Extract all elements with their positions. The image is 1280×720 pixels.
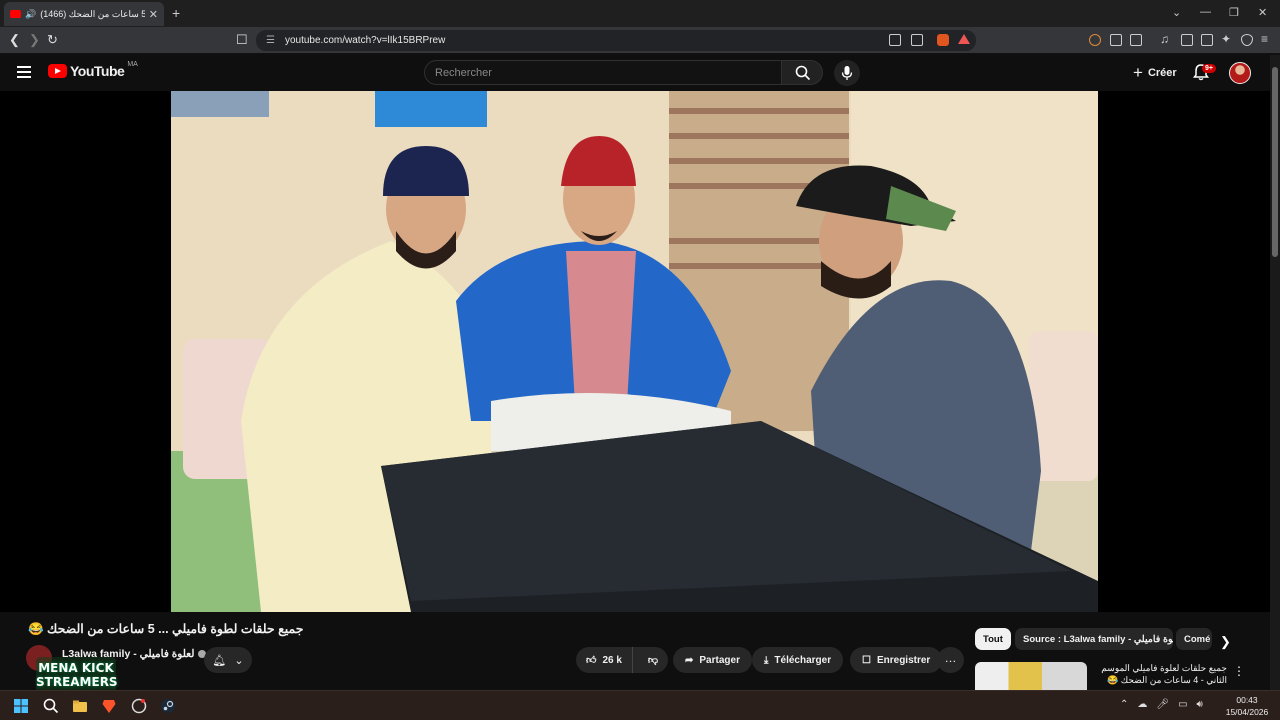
new-tab-button[interactable]: + <box>172 5 180 21</box>
thumbs-up-icon: 👍︎ <box>586 655 597 666</box>
share-arrow-icon: ➦ <box>685 654 694 666</box>
save-button[interactable]: ☐ Enregistrer <box>850 647 943 673</box>
app-icon[interactable] <box>131 698 147 714</box>
overlay-line-1: MENA KICK <box>38 661 114 675</box>
cast-icon[interactable] <box>889 34 901 46</box>
taskbar-search-icon[interactable] <box>43 698 59 714</box>
overlay-line-2: STREAMERS <box>36 675 118 689</box>
windows-start-icon[interactable] <box>13 698 29 714</box>
address-bar[interactable]: ☰ youtube.com/watch?v=lIk15BRPrew <box>256 30 976 51</box>
steam-icon[interactable] <box>160 698 176 714</box>
reader-icon[interactable] <box>1130 34 1142 46</box>
notification-badge: 9+ <box>1202 64 1216 73</box>
chevron-right-icon[interactable]: ❯ <box>1220 634 1231 650</box>
search-input[interactable]: Rechercher <box>424 60 782 85</box>
country-code: MA <box>127 60 138 68</box>
chevron-down-icon: ⌄ <box>234 654 244 667</box>
taskbar-clock[interactable]: 00:43 15/04/2026 <box>1222 694 1272 718</box>
reload-icon[interactable]: ↻ <box>47 32 58 48</box>
music-icon[interactable]: ♫ <box>1160 32 1172 46</box>
tray-volume-icon[interactable]: 🔊︎ <box>1197 699 1203 710</box>
menu-icon[interactable]: ≡ <box>1261 32 1273 46</box>
create-button[interactable]: + Créer <box>1123 60 1187 86</box>
scrollbar-thumb[interactable] <box>1272 67 1278 257</box>
bell-icon: 🔔︎ <box>212 654 227 667</box>
browser-tab-strip: 🔊 (1466) جميع حلقات لطوة فاميلي ... 5 سا… <box>0 0 1280 27</box>
tray-mic-icon[interactable]: 🎤︎ <box>1156 699 1169 710</box>
microphone-icon <box>841 66 853 80</box>
clock-time: 00:43 <box>1236 695 1258 705</box>
close-tab-icon[interactable]: ✕ <box>149 8 158 21</box>
subscription-bell-button[interactable]: 🔔︎ ⌄ <box>204 647 252 673</box>
dislike-button[interactable]: 👎︎ <box>639 654 667 666</box>
brave-shields-icon[interactable] <box>937 34 949 46</box>
tray-network-icon[interactable]: ▭ <box>1178 699 1187 710</box>
youtube-header: YouTube MA Rechercher + Créer <box>0 55 1270 91</box>
puzzle-icon[interactable] <box>1110 34 1122 46</box>
like-dislike-group: 👍︎ 26 k 👎︎ <box>576 647 668 673</box>
save-label: Enregistrer <box>876 654 931 666</box>
youtube-favicon-icon <box>10 10 21 18</box>
file-explorer-icon[interactable] <box>72 698 88 714</box>
youtube-play-icon <box>48 64 67 78</box>
minimize-button[interactable]: — <box>1200 6 1211 18</box>
hamburger-menu-icon[interactable] <box>17 66 31 78</box>
tray-overflow-icon[interactable]: ⌃ <box>1120 699 1128 710</box>
back-icon[interactable]: ❮ <box>9 32 20 48</box>
thumbs-down-icon: 👎︎ <box>647 655 659 666</box>
brave-browser-icon[interactable] <box>101 698 117 714</box>
vpn-icon[interactable] <box>1241 34 1253 46</box>
speaker-icon[interactable]: 🔊 <box>25 9 36 20</box>
maximize-button[interactable]: ❐ <box>1229 6 1239 19</box>
download-button[interactable]: ⤓ Télécharger <box>752 647 844 673</box>
system-tray: ⌃ ☁ 🎤︎ ▭ 🔊︎ <box>1120 699 1203 710</box>
like-count: 26 k <box>602 654 622 666</box>
extension-icon[interactable] <box>1089 34 1101 46</box>
video-scene-image <box>171 91 1098 612</box>
download-icon: ⤓ <box>764 654 769 666</box>
youtube-wordmark: YouTube <box>70 63 125 79</box>
create-label: Créer <box>1147 67 1177 79</box>
recommendation-thumbnail[interactable] <box>975 662 1087 690</box>
chip-source[interactable]: Source : L3alwa family - لعلوة فاميلي <box>1015 628 1173 650</box>
account-avatar[interactable] <box>1229 62 1251 84</box>
chip-comedy[interactable]: Comé <box>1176 628 1212 650</box>
browser-toolbar: ❮ ❯ ↻ ☐ ☰ youtube.com/watch?v=lIk15BRPre… <box>0 27 1280 54</box>
sidebar-icon[interactable] <box>1181 34 1193 46</box>
more-horizontal-icon: … <box>944 651 957 665</box>
clock-date: 15/04/2026 <box>1225 707 1269 717</box>
windows-taskbar: ⌃ ☁ 🎤︎ ▭ 🔊︎ 00:43 15/04/2026 <box>0 690 1280 720</box>
more-actions-button[interactable]: … <box>937 647 964 673</box>
tab-title: (1466) جميع حلقات لطوة فاميلي ... 5 ساعا… <box>40 8 145 19</box>
plus-icon: + <box>1133 63 1143 82</box>
video-title: جميع حلقات لطوة فاميلي ... 5 ساعات من ال… <box>28 622 304 636</box>
video-player[interactable] <box>0 91 1270 612</box>
recommendation-title[interactable]: جميع حلقات لعلوة فاميلي الموسم الثاني - … <box>1092 662 1227 686</box>
bookmark-icon[interactable]: ☐ <box>236 32 248 48</box>
voice-search-button[interactable] <box>834 60 860 86</box>
more-vertical-icon[interactable]: ⋮ <box>1233 664 1245 678</box>
tray-cloud-icon[interactable]: ☁ <box>1137 699 1147 710</box>
search-button[interactable] <box>781 60 823 85</box>
forward-icon[interactable]: ❯ <box>29 32 40 48</box>
download-label: Télécharger <box>774 654 832 666</box>
share-icon[interactable] <box>911 34 923 46</box>
page-scrollbar[interactable] <box>1270 55 1280 690</box>
wallet-icon[interactable] <box>1201 34 1213 46</box>
like-button[interactable]: 👍︎ 26 k <box>576 647 633 673</box>
share-label: Partager <box>699 654 740 666</box>
tab-search-icon[interactable]: ⌄ <box>1172 6 1181 19</box>
youtube-logo[interactable]: YouTube MA <box>48 60 138 79</box>
video-frame[interactable] <box>171 91 1098 612</box>
share-button[interactable]: ➦ Partager <box>673 647 752 673</box>
close-window-button[interactable]: ✕ <box>1258 6 1267 19</box>
brave-rewards-icon[interactable] <box>958 34 970 44</box>
leo-ai-icon[interactable]: ✦ <box>1221 32 1233 46</box>
bookmark-save-icon: ☐ <box>862 654 871 666</box>
site-info-icon[interactable]: ☰ <box>266 35 275 46</box>
chip-all[interactable]: Tout <box>975 628 1011 650</box>
browser-tab[interactable]: 🔊 (1466) جميع حلقات لطوة فاميلي ... 5 سا… <box>4 2 164 26</box>
search-icon <box>795 65 811 81</box>
url-text: youtube.com/watch?v=lIk15BRPrew <box>284 35 446 46</box>
